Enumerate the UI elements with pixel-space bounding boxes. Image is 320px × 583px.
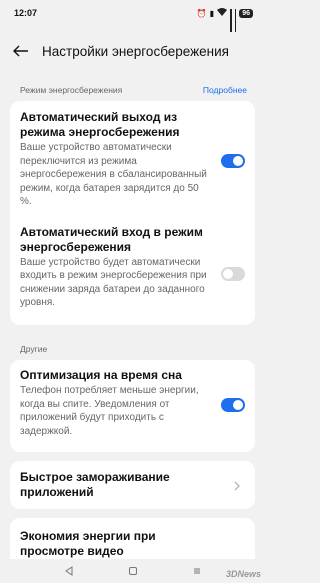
section-header-power-saving: Режим энергосбережения Подробнее [20,85,247,95]
quick-freeze-title: Быстрое замораживание приложений [20,470,170,499]
nav-home-icon[interactable] [126,564,140,578]
auto-enter-desc: Ваше устройство будет автоматически вход… [20,256,207,309]
sleep-optimization-desc: Телефон потребляет меньше энергии, когда… [20,385,199,437]
signal-icon [230,9,232,32]
section-header-other: Другие [20,344,247,354]
auto-exit-desc: Ваше устройство автоматически переключит… [20,142,207,207]
chevron-right-icon [231,479,243,491]
video-saving-row[interactable]: Экономия энергии при просмотре видео [10,518,255,559]
auto-enter-title: Автоматический вход в режим энергосбереж… [20,224,203,254]
auto-exit-row[interactable]: Автоматический выход из режима энергосбе… [10,101,255,209]
sleep-card: Оптимизация на время сна Телефон потребл… [10,360,255,452]
page-title: Настройки энергосбережения [42,43,229,59]
quick-freeze-card[interactable]: Быстрое замораживание приложений [10,461,255,509]
alarm-icon: ⏰ [196,8,207,18]
auto-exit-toggle[interactable] [221,154,245,168]
vibrate-icon: ▮ [209,8,215,18]
header: Настройки энергосбережения [0,36,265,66]
watermark-logo: 3DNews [225,569,261,579]
sleep-optimization-toggle[interactable] [221,398,245,412]
status-icons: ⏰ ▮ 96 [196,8,253,32]
section-label: Режим энергосбережения [20,85,123,95]
signal-icon-2 [234,9,237,32]
auto-enter-row[interactable]: Автоматический вход в режим энергосбереж… [10,209,255,310]
sleep-optimization-row[interactable]: Оптимизация на время сна Телефон потребл… [10,360,255,438]
power-saving-card: Автоматический выход из режима энергосбе… [10,101,255,325]
status-bar: 12:07 ⏰ ▮ 96 [0,0,265,32]
nav-recents-icon[interactable] [190,564,204,578]
status-time: 12:07 [14,8,38,18]
back-arrow-icon[interactable] [8,41,34,61]
battery-icon: 96 [239,8,253,18]
more-link[interactable]: Подробнее [203,85,247,95]
wifi-icon [217,8,228,18]
auto-enter-toggle[interactable] [221,266,245,281]
nav-back-icon[interactable] [62,564,76,578]
video-saving-title: Экономия энергии при просмотре видео [20,529,156,558]
quick-freeze-row[interactable]: Быстрое замораживание приложений [10,461,255,500]
auto-exit-title: Автоматический выход из режима энергосбе… [20,110,180,139]
section-label-other: Другие [20,344,48,354]
sleep-optimization-title: Оптимизация на время сна [20,368,182,382]
